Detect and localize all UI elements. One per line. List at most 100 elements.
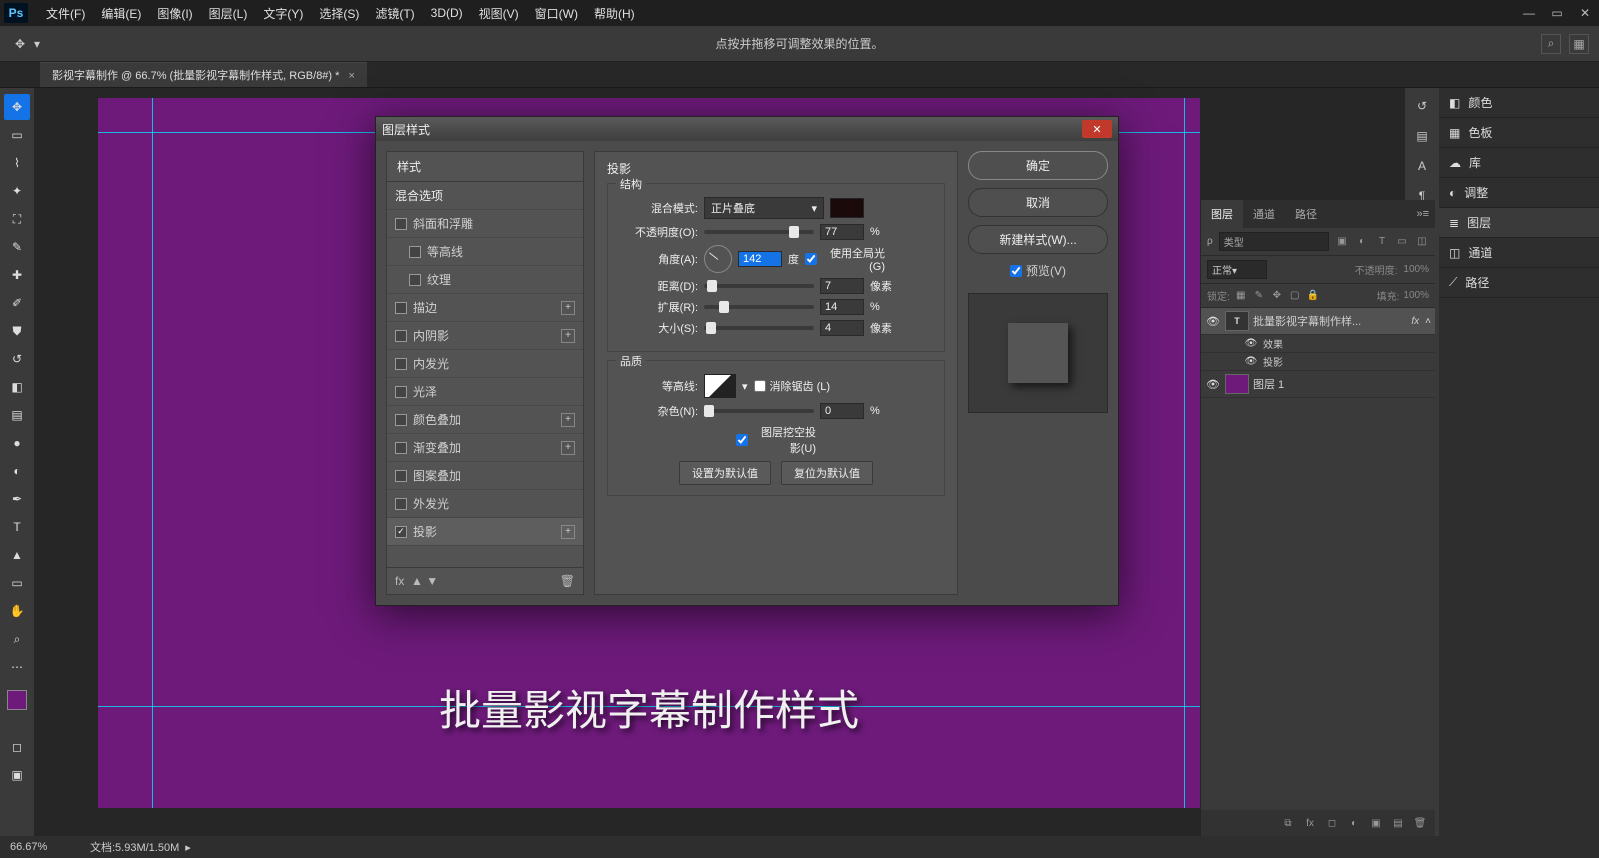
shadow-color[interactable] [830,198,864,218]
fx-menu-icon[interactable]: fx [395,574,404,588]
menu-select[interactable]: 选择(S) [311,1,367,26]
effects-header[interactable]: 👁 效果 [1201,335,1435,353]
visibility-toggle[interactable]: 👁 [1205,315,1221,328]
document-tab[interactable]: 影视字幕制作 @ 66.7% (批量影视字幕制作样式, RGB/8#) * × [40,62,367,87]
spread-slider[interactable] [704,305,814,309]
lock-artboard-icon[interactable]: ▢ [1288,289,1302,303]
use-global-light[interactable]: 使用全局光 (G) [805,245,885,273]
panel-libraries[interactable]: ☁库 [1439,148,1599,178]
style-contour[interactable]: 等高线 [387,238,583,266]
panel-paths[interactable]: ⟋路径 [1439,268,1599,298]
add-effect-icon[interactable]: + [561,413,575,427]
fill-value[interactable]: 100% [1403,290,1429,301]
panel-channels[interactable]: ◫通道 [1439,238,1599,268]
doc-info-menu-icon[interactable]: ▸ [185,841,191,854]
ok-button[interactable]: 确定 [968,151,1108,180]
new-layer-icon[interactable]: ▤ [1391,816,1405,830]
workspace-icon[interactable]: ▦ [1569,34,1589,54]
shape-tool[interactable]: ▭ [4,570,30,596]
dialog-titlebar[interactable]: 图层样式 ✕ [376,117,1118,141]
guide-vertical[interactable] [152,98,153,808]
style-bevel[interactable]: 斜面和浮雕 [387,210,583,238]
expand-effects-icon[interactable]: ˄ [1425,316,1431,327]
lock-position-icon[interactable]: ✥ [1270,289,1284,303]
cancel-button[interactable]: 取消 [968,188,1108,217]
preview-check[interactable]: 预览(V) [968,262,1108,279]
layer-row-text[interactable]: 👁 T 批量影视字幕制作样... fx ˄ [1201,308,1435,335]
blur-tool[interactable]: ● [4,430,30,456]
spread-input[interactable]: 14 [820,299,864,315]
menu-help[interactable]: 帮助(H) [586,1,643,26]
menu-view[interactable]: 视图(V) [471,1,527,26]
opacity-slider[interactable] [704,230,814,234]
layer-row-bg[interactable]: 👁 图层 1 [1201,371,1435,398]
style-stroke[interactable]: 描边+ [387,294,583,322]
move-down-icon[interactable]: ▼ [426,574,438,588]
history-panel-icon[interactable]: ↺ [1410,94,1434,118]
panel-color[interactable]: ◧颜色 [1439,88,1599,118]
add-effect-icon[interactable]: + [561,329,575,343]
distance-slider[interactable] [704,284,814,288]
style-texture[interactable]: 纹理 [387,266,583,294]
zoom-tool[interactable]: ⌕ [4,626,30,652]
new-style-button[interactable]: 新建样式(W)... [968,225,1108,254]
filter-smart-icon[interactable]: ◫ [1415,235,1429,249]
pen-tool[interactable]: ✒ [4,486,30,512]
style-inner-glow[interactable]: 内发光 [387,350,583,378]
lock-pixels-icon[interactable]: ▦ [1234,289,1248,303]
blend-options-item[interactable]: 混合选项 [387,182,583,210]
guide-vertical[interactable] [1184,98,1185,808]
tab-close-icon[interactable]: × [349,70,355,82]
screenmode-tool[interactable]: ▣ [4,762,30,788]
panel-layers[interactable]: ≣图层 [1439,208,1599,238]
angle-input[interactable]: 142 [738,251,782,267]
heal-tool[interactable]: ✚ [4,262,30,288]
stamp-tool[interactable]: ⛊ [4,318,30,344]
angle-dial[interactable] [704,245,732,273]
menu-window[interactable]: 窗口(W) [527,1,586,26]
layer-mask-icon[interactable]: ◻ [1325,816,1339,830]
menu-file[interactable]: 文件(F) [38,1,93,26]
search-icon[interactable]: ⌕ [1541,34,1561,54]
contour-picker[interactable] [704,374,736,398]
fx-badge[interactable]: fx [1411,316,1419,327]
visibility-toggle[interactable]: 👁 [1205,378,1221,391]
zoom-level[interactable]: 66.67% [10,841,70,853]
menu-edit[interactable]: 编辑(E) [93,1,149,26]
style-gradient-overlay[interactable]: 渐变叠加+ [387,434,583,462]
visibility-toggle[interactable]: 👁 [1243,338,1259,349]
filter-shape-icon[interactable]: ▭ [1395,235,1409,249]
layer-name[interactable]: 批量影视字幕制作样... [1253,313,1407,329]
layer-filter-type[interactable]: 类型 [1219,232,1329,251]
menu-filter[interactable]: 滤镜(T) [367,1,422,26]
effect-drop-shadow[interactable]: 👁 投影 [1201,353,1435,371]
opacity-input[interactable]: 77 [820,224,864,240]
style-drop-shadow[interactable]: 投影+ [387,518,583,546]
noise-input[interactable]: 0 [820,403,864,419]
move-tool-icon[interactable]: ✥ [10,34,30,54]
blend-mode-select[interactable]: 正片叠底▾ [704,197,824,219]
layer-fx-icon[interactable]: fx [1303,816,1317,830]
eyedropper-tool[interactable]: ✎ [4,234,30,260]
style-inner-shadow[interactable]: 内阴影+ [387,322,583,350]
panel-adjustments[interactable]: ◐调整 [1439,178,1599,208]
properties-panel-icon[interactable]: ▤ [1410,124,1434,148]
eraser-tool[interactable]: ◧ [4,374,30,400]
style-pattern-overlay[interactable]: 图案叠加 [387,462,583,490]
add-effect-icon[interactable]: + [561,301,575,315]
lock-brush-icon[interactable]: ✎ [1252,289,1266,303]
add-effect-icon[interactable]: + [561,441,575,455]
crop-tool[interactable]: ⛶ [4,206,30,232]
gradient-tool[interactable]: ▤ [4,402,30,428]
adjustment-icon[interactable]: ◐ [1347,816,1361,830]
add-effect-icon[interactable]: + [561,525,575,539]
doc-info[interactable]: 文档:5.93M/1.50M [90,839,179,855]
noise-slider[interactable] [704,409,814,413]
set-default-button[interactable]: 设置为默认值 [679,461,771,485]
group-icon[interactable]: ▣ [1369,816,1383,830]
link-layers-icon[interactable]: ⧉ [1281,816,1295,830]
menu-image[interactable]: 图像(I) [149,1,200,26]
menu-type[interactable]: 文字(Y) [255,1,311,26]
tab-layers[interactable]: 图层 [1201,200,1243,228]
lasso-tool[interactable]: ⌇ [4,150,30,176]
